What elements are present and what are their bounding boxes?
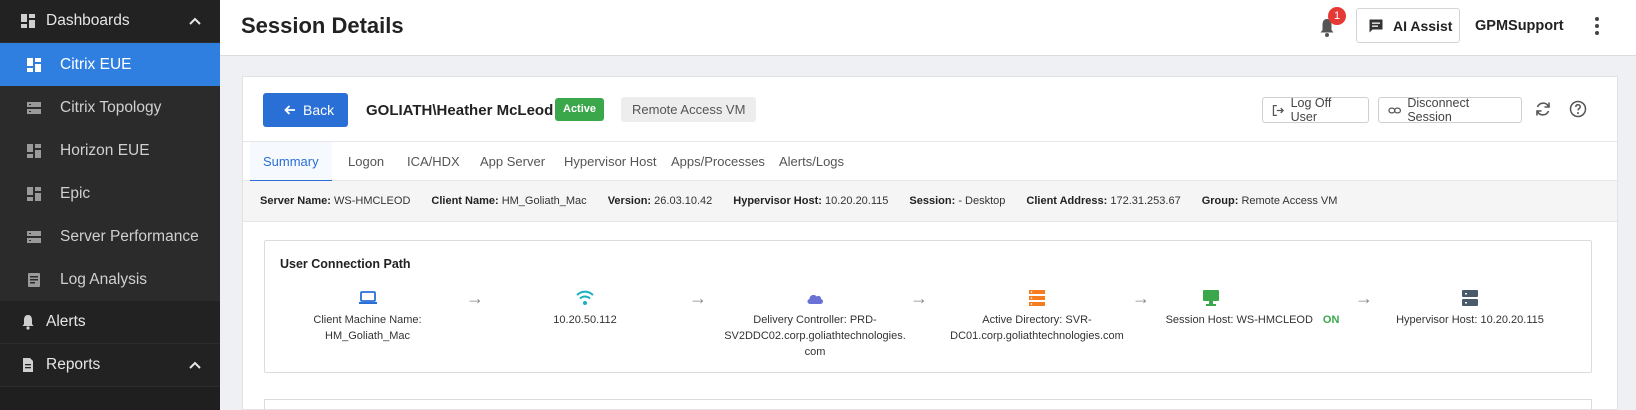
ai-assist-button[interactable]: AI Assist [1356,8,1460,43]
sidebar-section-label: Reports [46,356,101,373]
path-arrow: → [910,288,928,308]
tab-summary[interactable]: Summary [250,142,332,182]
chevron-up-icon[interactable] [188,358,202,372]
top-bar: Session Details 1 AI Assist GPMSupport [220,0,1636,56]
sidebar-item-horizon-eue[interactable]: Horizon EUE [0,129,220,172]
page-title: Session Details [241,13,404,38]
disconnect-label: Disconnect Session [1407,96,1470,124]
dashboard-icon [27,57,41,72]
info-client-address: Client Address: 172.31.253.67 [1026,195,1181,207]
link-icon [1388,106,1402,114]
session-host-state: ON [1322,314,1340,326]
sidebar-item-label: Epic [60,184,91,202]
sidebar-item-label: Citrix Topology [60,98,162,116]
ai-assist-label: AI Assist [1393,17,1453,34]
back-label: Back [303,102,335,118]
wifi-icon [576,290,594,305]
sidebar-section-reports[interactable]: Reports [0,344,220,387]
more-vert-icon[interactable] [1592,16,1602,36]
log-off-user-button[interactable]: Log Off User [1262,96,1369,124]
tab-alerts-logs[interactable]: Alerts/Logs [766,142,857,182]
user-connection-path: User Connection Path Client Machine Name… [264,240,1592,373]
sidebar-section-alerts[interactable]: Alerts [0,301,220,344]
storage-icon [27,101,41,114]
info-server-name: Server Name: WS-HMCLEOD [260,195,411,207]
server-list-icon [1029,290,1045,306]
group-badge: Remote Access VM [621,97,757,122]
session-info-bar: Server Name: WS-HMCLEOD Client Name: HM_… [243,181,1617,222]
notification-count-badge: 1 [1328,7,1346,25]
session-details-card: Back GOLIATH\Heather McLeod Active Remot… [242,76,1618,410]
tab-ica-hdx[interactable]: ICA/HDX [394,142,473,182]
bell-icon [22,315,34,330]
tab-hypervisor-host[interactable]: Hypervisor Host [551,142,669,182]
path-node-active-directory: Active Directory: SVR- DC01.corp.goliath… [937,289,1137,344]
info-session: Session: - Desktop [909,195,1006,207]
info-version: Version: 26.03.10.42 [607,195,713,207]
sidebar-section-dashboards[interactable]: Dashboards [0,0,220,43]
status-badge: Active [555,98,605,121]
sidebar-section-label: Dashboards [46,12,130,29]
connection-path-title: User Connection Path [280,257,411,271]
monitor-icon [1203,290,1219,306]
cloud-icon [807,294,824,304]
dashboard-icon [27,143,41,158]
info-group: Group: Remote Access VM [1201,195,1338,207]
sidebar-item-label: Citrix EUE [60,55,132,73]
document-icon [28,272,40,287]
info-hypervisor-host: Hypervisor Host: 10.20.20.115 [733,195,889,207]
refresh-icon[interactable] [1533,99,1553,119]
path-arrow: → [689,288,707,308]
report-icon [23,358,33,372]
sidebar-section-label: Alerts [46,313,86,330]
path-node-delivery-controller: Delivery Controller: PRD- SV2DDC02.corp.… [715,289,915,360]
dashboard-icon [21,14,35,28]
path-node-hypervisor-host: Hypervisor Host: 10.20.20.115 [1380,289,1560,328]
back-button[interactable]: Back [263,93,348,127]
sidebar-item-server-performance[interactable]: Server Performance [0,215,220,258]
sidebar: Dashboards Citrix EUE Citrix Topology Ho… [0,0,220,410]
tab-apps-processes[interactable]: Apps/Processes [658,142,778,182]
sidebar-item-label: Horizon EUE [60,141,150,159]
arrow-left-icon [284,105,295,115]
sidebar-item-label: Server Performance [60,227,199,245]
laptop-icon [358,291,377,304]
chat-icon [1369,19,1383,32]
sidebar-item-citrix-eue[interactable]: Citrix EUE [0,43,220,86]
path-arrow: → [1355,288,1373,308]
log-off-label: Log Off User [1290,96,1332,124]
sidebar-item-citrix-topology[interactable]: Citrix Topology [0,86,220,129]
tab-bar: Summary Logon ICA/HDX App Server Hypervi… [243,141,1617,182]
session-user-name: GOLIATH\Heather McLeod [366,102,554,119]
path-arrow: → [1132,288,1150,308]
next-panel [264,399,1592,410]
info-client-name: Client Name: HM_Goliath_Mac [431,195,587,207]
sidebar-item-label: Log Analysis [60,270,148,288]
path-node-client-machine: Client Machine Name: HM_Goliath_Mac [305,289,430,344]
help-icon[interactable] [1568,99,1588,119]
tab-app-server[interactable]: App Server [467,142,558,182]
storage-icon [27,230,41,243]
path-arrow: → [466,288,484,308]
logout-icon [1272,104,1285,116]
sidebar-item-epic[interactable]: Epic [0,172,220,215]
path-node-network: 10.20.50.112 [530,289,640,328]
server-icon [1462,290,1478,306]
dashboard-icon [27,186,41,201]
tab-logon[interactable]: Logon [335,142,397,182]
user-menu[interactable]: GPMSupport [1475,18,1564,34]
path-node-session-host: Session Host: WS-HMCLEOD ON [1160,289,1345,328]
disconnect-session-button[interactable]: Disconnect Session [1378,96,1522,124]
sidebar-item-log-analysis[interactable]: Log Analysis [0,258,220,301]
chevron-up-icon[interactable] [188,14,202,28]
